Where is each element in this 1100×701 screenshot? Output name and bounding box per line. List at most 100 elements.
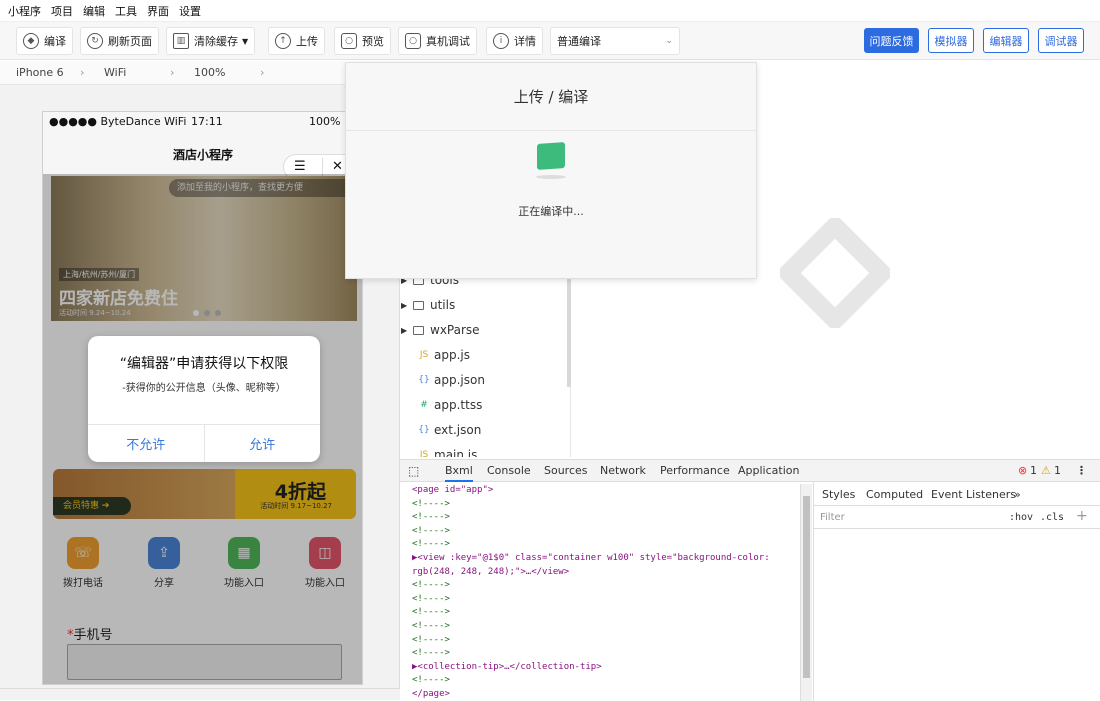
close-icon[interactable]: ✕ — [332, 159, 343, 174]
tree-label: ext.json — [434, 423, 482, 437]
tree-label: app.js — [434, 348, 470, 362]
code-line[interactable]: <!----> — [400, 674, 800, 688]
hov-toggle[interactable]: :hov — [1009, 512, 1033, 523]
code-line[interactable]: </page> — [400, 688, 800, 701]
code-line[interactable]: rgb(248, 248, 248);">…</view> — [400, 566, 800, 580]
tree-scrollbar[interactable] — [567, 265, 571, 387]
tab-styles[interactable]: Styles — [822, 488, 855, 501]
preview-button[interactable]: ○ 预览 — [334, 27, 391, 55]
code-line[interactable]: <!----> — [400, 634, 800, 648]
deny-button[interactable]: 不允许 — [88, 425, 205, 462]
overlay-message: 正在编译中... — [518, 205, 584, 218]
caret-right-icon: ▶ — [401, 325, 408, 335]
device-select[interactable]: iPhone 6 — [16, 66, 64, 79]
tab-computed[interactable]: Computed — [866, 488, 923, 501]
error-count[interactable]: 1 — [1030, 464, 1037, 477]
code-line[interactable]: <!----> — [400, 647, 800, 661]
debugger-button[interactable]: 调试器 — [1038, 28, 1084, 53]
warning-count[interactable]: 1 — [1054, 464, 1061, 477]
details-button[interactable]: i 详情 — [486, 27, 543, 55]
refresh-button[interactable]: ↻ 刷新页面 — [80, 27, 159, 55]
battery-label: 100% — [309, 115, 341, 128]
details-label: 详情 — [514, 35, 536, 48]
code-line[interactable]: ▶<collection-tip>…</collection-tip> — [400, 661, 800, 675]
real-debug-button[interactable]: ○ 真机调试 — [398, 27, 477, 55]
code-line[interactable]: <!----> — [400, 525, 800, 539]
code-line[interactable]: <page id="app"> — [400, 484, 800, 498]
code-line[interactable]: <!----> — [400, 593, 800, 607]
tab-bxml[interactable]: Bxml — [445, 464, 473, 482]
tree-item-appjson[interactable]: {} app.json — [417, 368, 485, 392]
js-file-icon: JS — [419, 450, 429, 457]
menu-bar: 小程序 项目 编辑 工具 界面 设置 — [0, 0, 1100, 22]
styles-tabs: Styles Computed Event Listeners » — [814, 482, 1100, 506]
tree-item-extjson[interactable]: {} ext.json — [417, 418, 481, 442]
menu-icon[interactable]: ☰ — [294, 159, 306, 174]
folder-icon — [413, 300, 424, 310]
tree-label: app.ttss — [434, 398, 483, 412]
upload-label: 上传 — [296, 35, 318, 48]
folder-icon — [413, 325, 424, 335]
plus-icon[interactable]: + — [1076, 508, 1088, 524]
preview-label: 预览 — [362, 35, 384, 48]
compile-cube-icon — [537, 142, 565, 170]
zoom-select[interactable]: 100% — [194, 66, 225, 79]
devtools-tabs: ⬚ Bxml Console Sources Network Performan… — [400, 460, 1100, 482]
clear-cache-button[interactable]: ▥ 清除缓存 ▼ — [166, 27, 256, 55]
tab-network[interactable]: Network — [600, 464, 646, 477]
tree-item-appttss[interactable]: # app.ttss — [417, 393, 482, 417]
code-line[interactable]: ▶<view :key="@1$0" class="container w100… — [400, 552, 800, 566]
code-scroll-thumb[interactable] — [803, 496, 810, 678]
warning-icon: ⚠ — [1041, 464, 1051, 477]
allow-button[interactable]: 允许 — [205, 425, 321, 462]
code-line[interactable]: <!----> — [400, 620, 800, 634]
tree-item-utils[interactable]: ▶ utils — [401, 293, 455, 317]
editor-button[interactable]: 编辑器 — [983, 28, 1029, 53]
filter-input[interactable]: Filter — [820, 512, 845, 523]
code-scrollbar[interactable] — [800, 484, 812, 701]
compile-overlay: 上传 / 编译 正在编译中... — [345, 62, 757, 279]
real-debug-label: 真机调试 — [426, 35, 470, 48]
menu-settings[interactable]: 设置 — [179, 3, 201, 19]
menu-edit[interactable]: 编辑 — [83, 3, 105, 19]
tree-item-mainjs[interactable]: JS main.js — [417, 443, 478, 457]
tree-item-wxparse[interactable]: ▶ wxParse — [401, 318, 480, 342]
scan-debug-icon: ○ — [405, 33, 421, 49]
network-select[interactable]: WiFi — [104, 66, 126, 79]
more-options-icon[interactable]: ⋮ — [1076, 464, 1087, 477]
code-line[interactable]: <!----> — [400, 606, 800, 620]
code-line[interactable]: <!----> — [400, 498, 800, 512]
code-line[interactable]: <!----> — [400, 538, 800, 552]
devtools-panel: ⬚ Bxml Console Sources Network Performan… — [400, 459, 1100, 701]
code-line[interactable]: <!----> — [400, 579, 800, 593]
feedback-button[interactable]: 问题反馈 — [864, 28, 919, 53]
tab-performance[interactable]: Performance — [660, 464, 730, 477]
clear-cache-label: 清除缓存 — [194, 35, 238, 48]
upload-button[interactable]: ↑ 上传 — [268, 27, 325, 55]
menu-miniprogram[interactable]: 小程序 — [8, 3, 41, 19]
compile-mode-select[interactable]: 普通编译 ⌄ — [550, 27, 680, 55]
tab-application[interactable]: Application — [738, 464, 799, 477]
dialog-buttons: 不允许 允许 — [88, 424, 320, 462]
ide-logo-icon — [780, 218, 890, 328]
styles-pane: Styles Computed Event Listeners » Filter… — [813, 482, 1100, 701]
simulator-button[interactable]: 模拟器 — [928, 28, 974, 53]
code-line[interactable]: <!----> — [400, 511, 800, 525]
json-file-icon: {} — [418, 425, 430, 435]
inspect-icon[interactable]: ⬚ — [408, 464, 419, 478]
chevron-right-icon: › — [80, 66, 85, 79]
cube-shadow — [536, 175, 566, 179]
menu-project[interactable]: 项目 — [51, 3, 73, 19]
menu-tools[interactable]: 工具 — [115, 3, 137, 19]
compile-button[interactable]: ◆ 编译 — [16, 27, 73, 55]
tab-event-listeners[interactable]: Event Listeners — [931, 488, 1016, 501]
chevron-right-icon: › — [170, 66, 175, 79]
cls-toggle[interactable]: .cls — [1040, 512, 1064, 523]
tree-label: main.js — [434, 448, 478, 457]
tab-sources[interactable]: Sources — [544, 464, 588, 477]
dialog-title: “编辑器”申请获得以下权限 — [119, 356, 289, 372]
menu-view[interactable]: 界面 — [147, 3, 169, 19]
more-tabs-icon[interactable]: » — [1014, 488, 1021, 501]
tree-item-appjs[interactable]: JS app.js — [417, 343, 470, 367]
tab-console[interactable]: Console — [487, 464, 531, 477]
